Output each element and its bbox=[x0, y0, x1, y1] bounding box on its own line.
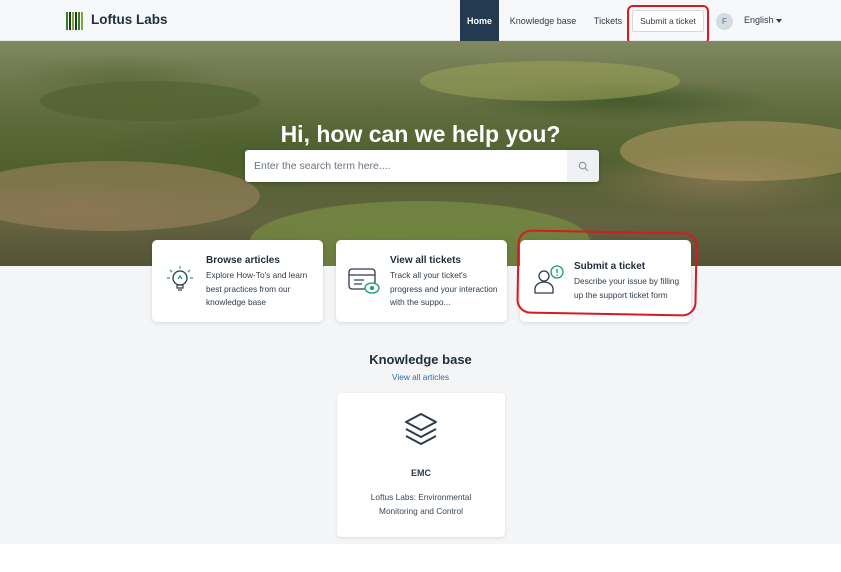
search-bar bbox=[245, 150, 599, 182]
card-title: View all tickets bbox=[390, 255, 461, 266]
search-button[interactable] bbox=[567, 150, 599, 182]
hero-title: Hi, how can we help you? bbox=[280, 121, 561, 147]
language-label: English bbox=[744, 15, 774, 25]
nav-tickets[interactable]: Tickets bbox=[590, 0, 626, 41]
hero-banner: Hi, how can we help you? bbox=[0, 41, 841, 266]
knowledge-base-heading: Knowledge base bbox=[369, 352, 472, 367]
search-icon bbox=[578, 161, 588, 171]
top-header: Loftus Labs Home Knowledge base Tickets … bbox=[0, 0, 841, 41]
nav-knowledge-base[interactable]: Knowledge base bbox=[508, 0, 578, 41]
kb-category-name: EMC bbox=[411, 468, 431, 478]
card-browse-articles[interactable]: Browse articles Explore How-To's and lea… bbox=[152, 240, 323, 322]
card-description: Track all your ticket's progress and you… bbox=[390, 270, 498, 307]
landscape-field bbox=[0, 161, 260, 231]
brand-name[interactable]: Loftus Labs bbox=[91, 12, 168, 27]
card-view-all-tickets[interactable]: View all tickets Track all your ticket's… bbox=[336, 240, 507, 322]
language-selector[interactable]: English bbox=[744, 15, 782, 25]
kb-category-card[interactable]: EMC Loftus Labs: Environmental Monitorin… bbox=[337, 393, 505, 537]
view-all-articles-link[interactable]: View all articles bbox=[0, 372, 841, 382]
loftus-labs-logo-icon[interactable] bbox=[66, 12, 84, 30]
landscape-field bbox=[40, 81, 260, 121]
user-avatar[interactable]: F bbox=[716, 13, 733, 30]
chevron-down-icon bbox=[775, 18, 782, 23]
layers-icon bbox=[405, 413, 437, 445]
lightbulb-icon bbox=[167, 266, 193, 291]
card-title: Browse articles bbox=[206, 255, 280, 266]
tickets-view-icon bbox=[348, 268, 380, 294]
kb-category-description: Loftus Labs: Environmental Monitoring an… bbox=[370, 492, 472, 516]
card-description: Explore How-To's and learn best practice… bbox=[206, 270, 308, 307]
annotation-circle-submit-card bbox=[516, 229, 698, 317]
landscape-field bbox=[420, 61, 680, 101]
annotation-circle-submit-nav bbox=[627, 5, 709, 45]
nav-home[interactable]: Home bbox=[460, 0, 499, 41]
search-input[interactable] bbox=[245, 150, 567, 182]
